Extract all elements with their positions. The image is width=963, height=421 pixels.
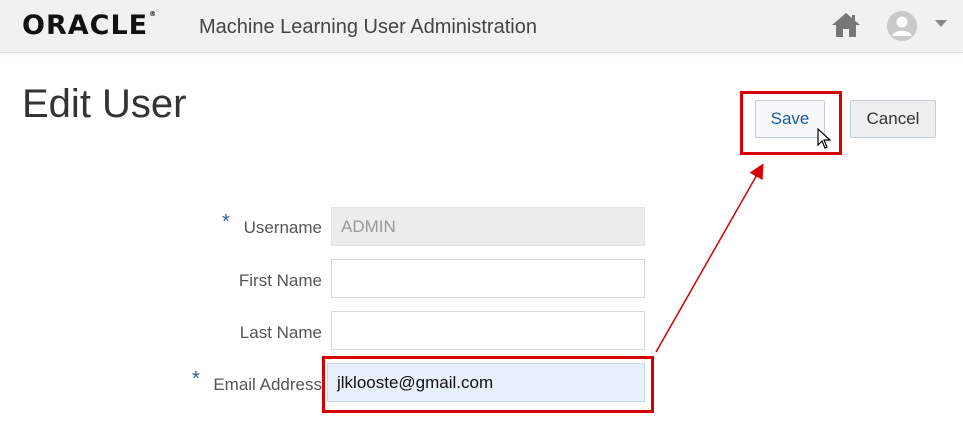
username-field [331, 207, 645, 246]
email-field[interactable] [327, 363, 645, 402]
page-title: Edit User [22, 82, 187, 126]
caret-down-icon[interactable] [935, 20, 947, 28]
cancel-button[interactable]: Cancel [850, 100, 936, 138]
home-icon[interactable] [830, 10, 862, 40]
username-label: Username [243, 218, 322, 237]
last-name-label: Last Name [239, 323, 322, 342]
first-name-field[interactable] [331, 259, 645, 298]
app-title: Machine Learning User Administration [199, 16, 537, 38]
save-button[interactable]: Save [755, 100, 825, 138]
last-name-field[interactable] [331, 311, 645, 350]
app-header: ORACLE® Machine Learning User Administra… [0, 0, 963, 53]
email-label: Email Address [213, 375, 322, 394]
required-marker: * [192, 368, 200, 390]
first-name-label: First Name [238, 271, 322, 290]
oracle-logo: ORACLE® [22, 10, 158, 41]
user-avatar-icon[interactable] [886, 10, 918, 42]
required-marker: * [222, 211, 230, 233]
